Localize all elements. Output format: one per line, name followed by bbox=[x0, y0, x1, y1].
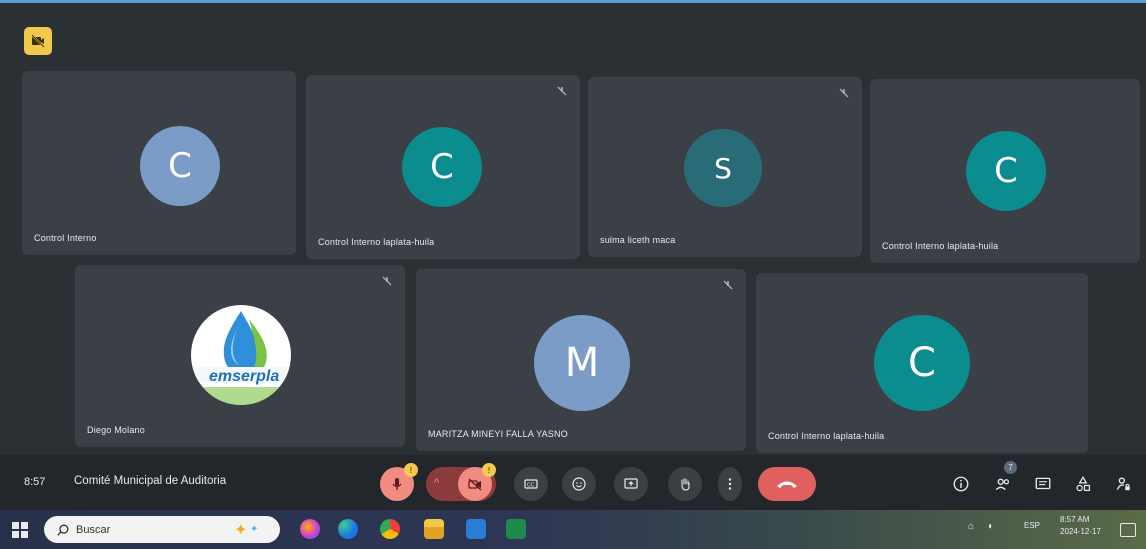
participant-avatar: C bbox=[402, 127, 482, 207]
participant-avatar: C bbox=[966, 131, 1046, 211]
hand-icon bbox=[681, 478, 690, 491]
meeting-title: Comité Municipal de Auditoria bbox=[74, 475, 227, 487]
logo-text: emserpla bbox=[209, 368, 279, 385]
camera-off-badge[interactable] bbox=[24, 27, 52, 55]
volume-icon[interactable]: ◐ bbox=[988, 521, 994, 532]
clock-time: 8:57 AM bbox=[1060, 515, 1090, 524]
activities-button[interactable] bbox=[1070, 471, 1096, 497]
search-label: Buscar bbox=[76, 523, 111, 536]
windows-taskbar: Buscar ✦ ✦ ⌂ ◐ ESP 8:57 AM 2024-12-17 bbox=[0, 510, 1146, 549]
participant-name: Diego Molano bbox=[87, 425, 145, 435]
avatar-initial: C bbox=[430, 147, 454, 187]
chat-icon bbox=[1035, 477, 1051, 490]
participant-tile[interactable]: C Control Interno laplata-huila bbox=[756, 273, 1088, 453]
mic-off-icon bbox=[382, 276, 392, 286]
camera-warning-badge: ! bbox=[482, 463, 496, 477]
participant-tile[interactable]: C Control Interno laplata-huila bbox=[870, 79, 1140, 263]
more-options-button[interactable] bbox=[718, 467, 742, 501]
system-clock[interactable]: 8:57 AM 2024-12-17 bbox=[1060, 514, 1101, 538]
mic-icon bbox=[392, 478, 402, 490]
participant-tile[interactable]: S sulma liceth maca bbox=[588, 77, 862, 257]
excel-icon[interactable] bbox=[506, 519, 526, 539]
meeting-info-button[interactable] bbox=[948, 471, 974, 497]
edge-icon[interactable] bbox=[338, 519, 358, 539]
host-controls-button[interactable] bbox=[1110, 471, 1136, 497]
sparkle-small-icon: ✦ bbox=[250, 524, 259, 535]
word-icon[interactable] bbox=[466, 519, 486, 539]
chevron-up-icon[interactable]: ^ bbox=[434, 477, 439, 489]
participant-name: Control Interno laplata-huila bbox=[882, 241, 999, 251]
participant-avatar: C bbox=[874, 315, 970, 411]
mic-button[interactable]: ! bbox=[380, 463, 418, 501]
avatar-initial: S bbox=[714, 151, 732, 185]
participant-logo: emserpla bbox=[191, 305, 291, 405]
participant-avatar: C bbox=[140, 126, 220, 206]
people-button[interactable]: 7 bbox=[990, 461, 1017, 497]
meeting-time: 8:57 bbox=[24, 476, 46, 488]
emoji-button[interactable] bbox=[562, 467, 596, 501]
captions-button[interactable]: CC bbox=[514, 467, 548, 501]
more-vert-icon bbox=[728, 478, 732, 490]
emoji-icon bbox=[572, 477, 586, 491]
meeting-controls-bar: 8:57 Comité Municipal de Auditoria ! ^ ! bbox=[0, 455, 1146, 510]
participant-avatar: M bbox=[534, 315, 630, 411]
clock-date: 2024-12-17 bbox=[1060, 527, 1101, 536]
captions-icon: CC bbox=[524, 479, 538, 489]
taskbar-search[interactable]: Buscar ✦ ✦ bbox=[44, 516, 280, 543]
participant-name: MARITZA MINEYI FALLA YASNO bbox=[428, 429, 568, 439]
windows-start-icon[interactable] bbox=[10, 520, 30, 540]
participant-tile[interactable]: emserpla Diego Molano bbox=[75, 265, 405, 447]
input-language[interactable]: ESP bbox=[1024, 521, 1040, 530]
notifications-icon[interactable] bbox=[1120, 523, 1136, 537]
avatar-initial: C bbox=[168, 146, 192, 186]
info-icon bbox=[953, 476, 969, 492]
search-icon bbox=[57, 524, 69, 536]
camera-off-icon bbox=[31, 34, 45, 48]
avatar-initial: C bbox=[994, 151, 1018, 191]
participant-tile[interactable]: C Control Interno bbox=[22, 71, 296, 255]
hang-up-icon bbox=[777, 481, 797, 488]
lock-person-icon bbox=[1116, 477, 1130, 491]
present-button[interactable] bbox=[614, 467, 648, 501]
chrome-icon[interactable] bbox=[380, 519, 400, 539]
present-screen-icon bbox=[624, 478, 638, 489]
svg-text:CC: CC bbox=[527, 483, 535, 489]
mic-warning-badge: ! bbox=[404, 463, 418, 477]
file-explorer-icon[interactable] bbox=[424, 519, 444, 539]
participant-name: sulma liceth maca bbox=[600, 235, 676, 245]
copilot-icon[interactable] bbox=[300, 519, 320, 539]
camera-toggle-group[interactable]: ^ ! bbox=[426, 463, 496, 501]
mic-off-icon bbox=[557, 86, 567, 96]
leave-call-button[interactable] bbox=[758, 467, 816, 501]
participant-avatar: S bbox=[684, 129, 762, 207]
camera-off-icon bbox=[468, 478, 482, 491]
sparkle-icon: ✦ bbox=[234, 522, 248, 539]
people-count-badge: 7 bbox=[1004, 461, 1017, 474]
meet-window: C Control Interno C Control Interno lapl… bbox=[0, 0, 1146, 549]
chat-button[interactable] bbox=[1030, 471, 1056, 497]
avatar-initial: C bbox=[908, 340, 936, 386]
people-icon bbox=[995, 478, 1010, 491]
participant-name: Control Interno laplata-huila bbox=[318, 237, 435, 247]
participant-name: Control Interno laplata-huila bbox=[768, 431, 885, 441]
shapes-icon bbox=[1076, 476, 1091, 492]
emserpla-logo-icon: emserpla bbox=[191, 311, 291, 405]
raise-hand-button[interactable] bbox=[668, 467, 702, 501]
participant-tile[interactable]: C Control Interno laplata-huila bbox=[306, 75, 580, 259]
mic-off-icon bbox=[839, 88, 849, 98]
participant-tile[interactable]: M MARITZA MINEYI FALLA YASNO bbox=[416, 269, 746, 451]
mic-off-icon bbox=[723, 280, 733, 290]
participant-name: Control Interno bbox=[34, 233, 97, 243]
camera-button[interactable]: ! bbox=[458, 463, 496, 501]
network-icon[interactable]: ⌂ bbox=[968, 521, 974, 532]
avatar-initial: M bbox=[564, 340, 600, 386]
